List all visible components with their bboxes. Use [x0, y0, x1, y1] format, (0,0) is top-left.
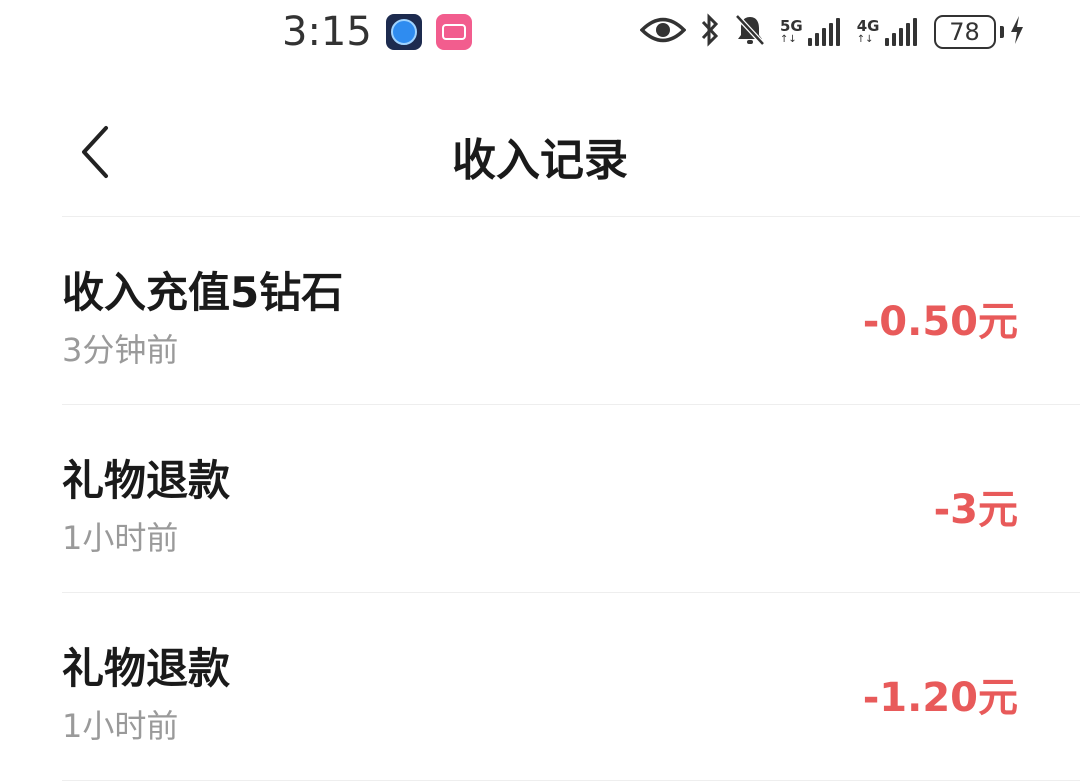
clock: 3:15	[282, 9, 372, 55]
battery-icon: 78	[933, 15, 996, 49]
record-amount: -1.20元	[862, 675, 1018, 721]
record-item[interactable]: 收入充值5钻石 3分钟前 -0.50元	[62, 217, 1080, 405]
record-item[interactable]: 礼物退款 1小时前 -3元	[62, 405, 1080, 593]
signal-5g-icon: 5G ↑↓	[780, 18, 843, 46]
record-title: 礼物退款	[62, 644, 231, 693]
record-amount: -3元	[933, 487, 1018, 533]
app-bot-icon	[385, 14, 422, 50]
bilibili-icon	[435, 14, 472, 50]
record-time: 1小时前	[62, 519, 179, 557]
eye-icon	[639, 15, 687, 49]
page-title: 收入记录	[452, 135, 628, 186]
status-bar-right: 5G ↑↓ 4G ↑↓ 78	[639, 8, 1038, 56]
record-time: 1小时前	[62, 707, 179, 745]
bluetooth-icon	[700, 13, 720, 51]
record-item[interactable]: 礼物退款 1小时前 -1.20元	[62, 593, 1080, 781]
battery-level: 78	[949, 18, 980, 46]
status-bar: 3:15 5G ↑↓ 4G ↑↓ 78	[0, 0, 1080, 64]
record-time: 3分钟前	[62, 331, 179, 369]
network-4g-label: 4G	[856, 17, 880, 35]
status-bar-left: 3:15	[282, 8, 472, 56]
record-title: 收入充值5钻石	[62, 268, 344, 317]
record-list: 收入充值5钻石 3分钟前 -0.50元 礼物退款 1小时前 -3元 礼物退款 1…	[0, 217, 1080, 781]
charging-icon	[1010, 15, 1024, 49]
record-amount: -0.50元	[862, 299, 1018, 345]
app-header: 收入记录	[0, 100, 1080, 210]
record-title: 礼物退款	[62, 456, 231, 505]
network-5g-label: 5G	[780, 17, 803, 35]
bell-muted-icon	[734, 13, 766, 51]
battery-nub	[999, 26, 1004, 38]
signal-4g-icon: 4G ↑↓	[857, 18, 920, 46]
